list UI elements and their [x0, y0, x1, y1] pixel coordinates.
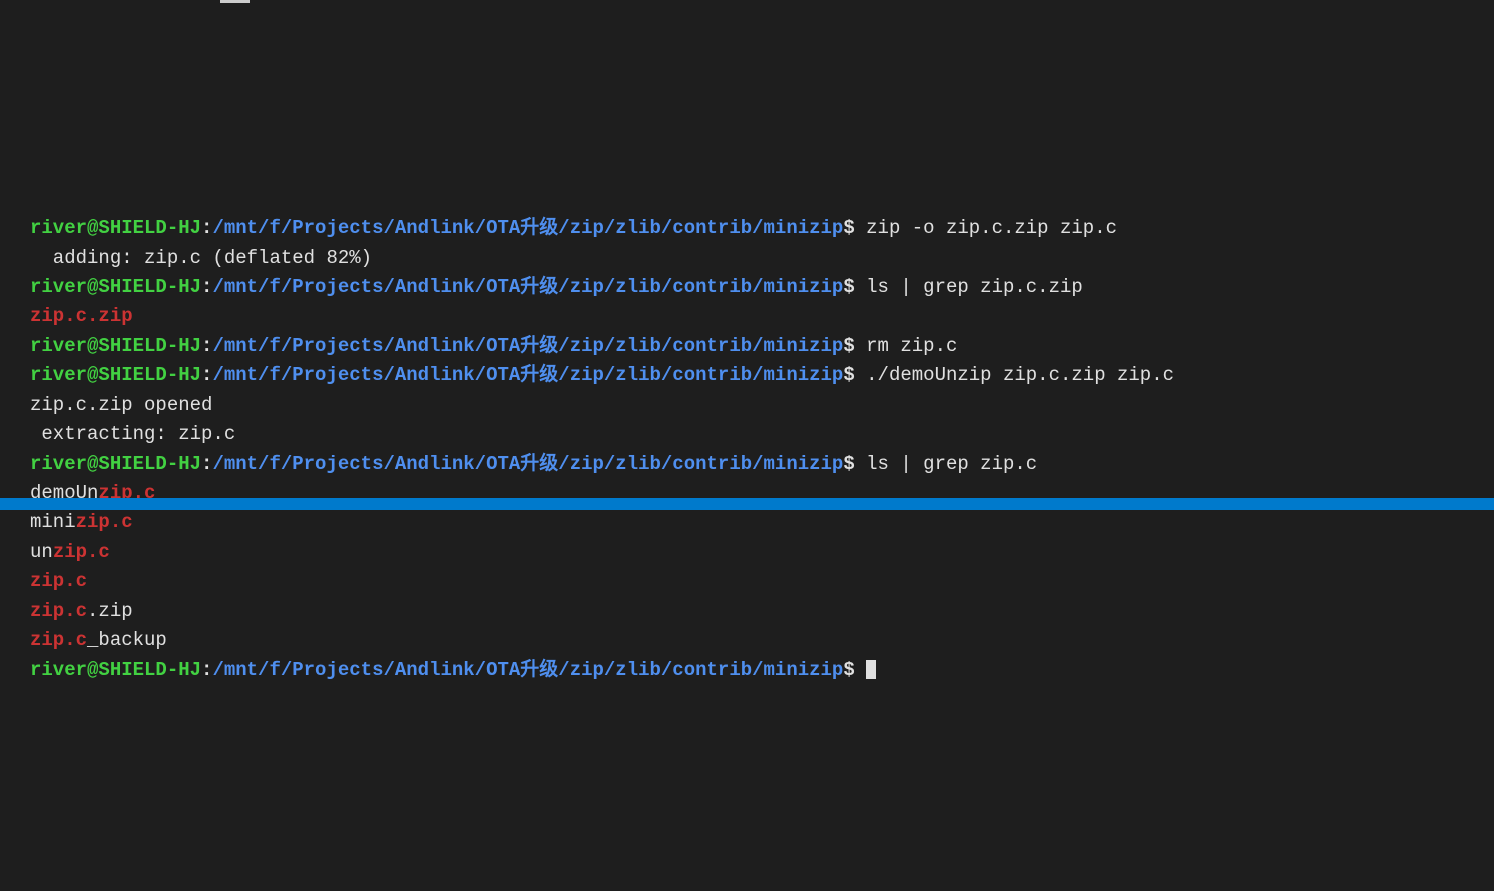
output-text: .zip	[87, 600, 133, 622]
output-text: extracting: zip.c	[30, 423, 235, 445]
prompt-user-host: river@SHIELD-HJ	[30, 453, 201, 475]
prompt-path: /mnt/f/Projects/Andlink/OTA升级/zip/zlib/c…	[212, 335, 843, 357]
terminal-line: extracting: zip.c	[30, 420, 1464, 449]
command-text: rm zip.c	[855, 335, 958, 357]
prompt-colon: :	[201, 364, 212, 386]
prompt-colon: :	[201, 453, 212, 475]
prompt-user-host: river@SHIELD-HJ	[30, 276, 201, 298]
grep-match: zip.c	[30, 629, 87, 651]
prompt-path: /mnt/f/Projects/Andlink/OTA升级/zip/zlib/c…	[212, 453, 843, 475]
command-text	[855, 659, 866, 681]
command-text: zip -o zip.c.zip zip.c	[855, 217, 1117, 239]
status-bar[interactable]	[0, 498, 1494, 510]
prompt-dollar: $	[843, 276, 854, 298]
output-text: mini	[30, 511, 76, 533]
terminal-line: zip.c_backup	[30, 626, 1464, 655]
prompt-path: /mnt/f/Projects/Andlink/OTA升级/zip/zlib/c…	[212, 276, 843, 298]
prompt-dollar: $	[843, 659, 854, 681]
prompt-user-host: river@SHIELD-HJ	[30, 217, 201, 239]
prompt-dollar: $	[843, 217, 854, 239]
output-text: _backup	[87, 629, 167, 651]
prompt-dollar: $	[843, 364, 854, 386]
output-text: un	[30, 541, 53, 563]
terminal-line: zip.c.zip	[30, 597, 1464, 626]
prompt-path: /mnt/f/Projects/Andlink/OTA升级/zip/zlib/c…	[212, 364, 843, 386]
terminal-line: river@SHIELD-HJ:/mnt/f/Projects/Andlink/…	[30, 273, 1464, 302]
output-text: adding: zip.c (deflated 82%)	[30, 247, 372, 269]
terminal-line: river@SHIELD-HJ:/mnt/f/Projects/Andlink/…	[30, 656, 1464, 685]
terminal-line: river@SHIELD-HJ:/mnt/f/Projects/Andlink/…	[30, 214, 1464, 243]
prompt-dollar: $	[843, 335, 854, 357]
grep-match: zip.c	[30, 600, 87, 622]
terminal-line: river@SHIELD-HJ:/mnt/f/Projects/Andlink/…	[30, 450, 1464, 479]
prompt-dollar: $	[843, 453, 854, 475]
terminal-output[interactable]: river@SHIELD-HJ:/mnt/f/Projects/Andlink/…	[0, 214, 1494, 685]
top-marker	[220, 0, 250, 3]
grep-match: zip.c.zip	[30, 305, 133, 327]
sidebar-gutter	[0, 0, 14, 510]
cursor	[866, 660, 876, 679]
grep-match: zip.c	[30, 570, 87, 592]
prompt-colon: :	[201, 217, 212, 239]
terminal-line: zip.c.zip opened	[30, 391, 1464, 420]
prompt-path: /mnt/f/Projects/Andlink/OTA升级/zip/zlib/c…	[212, 659, 843, 681]
prompt-path: /mnt/f/Projects/Andlink/OTA升级/zip/zlib/c…	[212, 217, 843, 239]
command-text: ls | grep zip.c	[855, 453, 1037, 475]
terminal-line: river@SHIELD-HJ:/mnt/f/Projects/Andlink/…	[30, 332, 1464, 361]
terminal-line: river@SHIELD-HJ:/mnt/f/Projects/Andlink/…	[30, 361, 1464, 390]
command-text: ./demoUnzip zip.c.zip zip.c	[855, 364, 1174, 386]
output-text: zip.c.zip opened	[30, 394, 212, 416]
prompt-colon: :	[201, 276, 212, 298]
prompt-colon: :	[201, 335, 212, 357]
grep-match: zip.c	[53, 541, 110, 563]
terminal-line: unzip.c	[30, 538, 1464, 567]
grep-match: zip.c	[76, 511, 133, 533]
terminal-line: adding: zip.c (deflated 82%)	[30, 244, 1464, 273]
prompt-colon: :	[201, 659, 212, 681]
command-text: ls | grep zip.c.zip	[855, 276, 1083, 298]
terminal-line: zip.c	[30, 567, 1464, 596]
prompt-user-host: river@SHIELD-HJ	[30, 335, 201, 357]
terminal-line: zip.c.zip	[30, 302, 1464, 331]
prompt-user-host: river@SHIELD-HJ	[30, 659, 201, 681]
terminal-line: minizip.c	[30, 508, 1464, 537]
prompt-user-host: river@SHIELD-HJ	[30, 364, 201, 386]
